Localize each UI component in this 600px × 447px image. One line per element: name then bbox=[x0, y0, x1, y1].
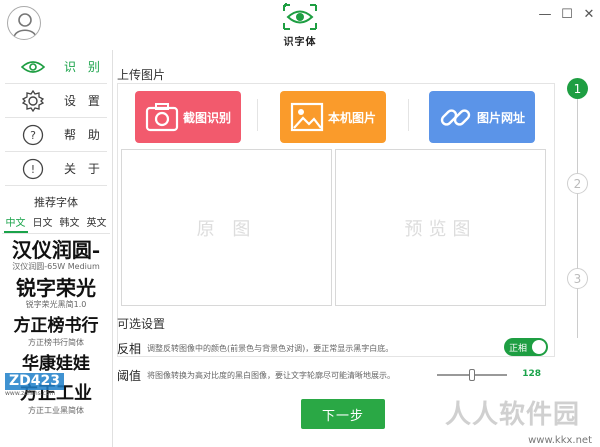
result-placeholder: 预览图 bbox=[404, 218, 477, 240]
sidebar: 识 别 设 置 ? 帮 助 ! 关 于 推荐字体 中文 日文 韩文 英文 汉仪润… bbox=[0, 50, 113, 447]
image-icon bbox=[290, 102, 324, 132]
avatar[interactable] bbox=[7, 6, 41, 40]
local-image-button[interactable]: 本机图片 bbox=[280, 91, 386, 143]
site-watermark-url: www.kkx.net bbox=[528, 435, 592, 446]
main-panel: 上传图片 截图识别 本机图片 图片网址 原 图 预览图 可选设置 反相 调整反转… bbox=[113, 50, 560, 447]
divider bbox=[408, 99, 409, 131]
app-title: 识字体 bbox=[283, 37, 317, 48]
image-url-button-label: 图片网址 bbox=[476, 110, 525, 125]
gear-icon bbox=[20, 88, 46, 114]
step-1: 1 bbox=[567, 78, 588, 99]
divider bbox=[257, 99, 258, 131]
font-sample-name: 汉仪润圆- bbox=[11, 238, 101, 262]
camera-icon bbox=[145, 102, 179, 132]
step-connector bbox=[577, 88, 578, 338]
app-logo: 识字体 bbox=[279, 3, 321, 49]
watermark-logo: ZD423 www.zdfans.com bbox=[5, 370, 64, 398]
svg-text:!: ! bbox=[31, 163, 35, 176]
svg-text:?: ? bbox=[30, 129, 36, 142]
sidebar-item-label: 帮 助 bbox=[64, 128, 104, 142]
tab-korean[interactable]: 韩文 bbox=[58, 213, 82, 233]
sidebar-item-settings[interactable]: 设 置 bbox=[5, 84, 107, 118]
font-sample-item[interactable]: 汉仪润圆- 汉仪润圆-65W Medium bbox=[0, 238, 112, 272]
threshold-value: 128 bbox=[522, 369, 541, 379]
maximize-icon: ☐ bbox=[561, 6, 573, 22]
threshold-label: 阈值 bbox=[117, 368, 142, 383]
maximize-button[interactable]: ☐ bbox=[556, 6, 578, 22]
font-sample-item[interactable]: 锐字荣光 锐字荣光黑简1.0 bbox=[0, 276, 112, 310]
tab-chinese[interactable]: 中文 bbox=[3, 213, 28, 233]
sidebar-item-label: 设 置 bbox=[64, 94, 104, 108]
link-icon bbox=[439, 102, 473, 132]
step-indicator: 1 2 3 bbox=[560, 50, 600, 447]
site-watermark: 人人软件园 www.kkx.net bbox=[368, 392, 600, 447]
threshold-slider-thumb[interactable] bbox=[469, 369, 475, 381]
toggle-knob bbox=[532, 340, 546, 354]
eye-logo-icon bbox=[283, 3, 317, 30]
sidebar-item-recognize[interactable]: 识 别 bbox=[5, 50, 107, 84]
invert-label: 反相 bbox=[117, 341, 142, 356]
capture-button[interactable]: 截图识别 bbox=[135, 91, 241, 143]
upload-section-title: 上传图片 bbox=[117, 68, 166, 82]
font-sample-item[interactable]: 方正榜书行 方正榜书行简体 bbox=[0, 314, 112, 348]
help-icon: ? bbox=[20, 122, 46, 148]
tab-english[interactable]: 英文 bbox=[85, 213, 109, 233]
invert-toggle-label: 正相 bbox=[509, 343, 528, 354]
image-url-button[interactable]: 图片网址 bbox=[429, 91, 535, 143]
invert-option-row: 反相 调整反转图像中的颜色(前景色与背景色对调)，要正常显示黑字白底。 正相 bbox=[117, 337, 553, 359]
window-controls: — ☐ ✕ bbox=[534, 6, 600, 22]
tab-japanese[interactable]: 日文 bbox=[31, 213, 55, 233]
threshold-option-row: 阈值 将图像转换为高对比度的黑白图像，要让文字轮廓尽可能清晰地展示。 128 bbox=[117, 364, 553, 386]
info-icon: ! bbox=[20, 156, 46, 182]
font-sample-caption: 方正榜书行简体 bbox=[28, 338, 84, 347]
user-icon bbox=[13, 13, 37, 38]
watermark-logo-text: ZD423 bbox=[5, 373, 64, 390]
recommend-fonts-title: 推荐字体 bbox=[34, 196, 78, 209]
sidebar-item-label: 识 别 bbox=[64, 60, 104, 74]
minimize-icon: — bbox=[538, 6, 552, 22]
watermark-logo-url: www.zdfans.com bbox=[5, 390, 56, 397]
upload-area: 截图识别 本机图片 图片网址 原 图 预览图 bbox=[117, 83, 555, 357]
site-watermark-name: 人人软件园 bbox=[444, 400, 580, 430]
capture-button-label: 截图识别 bbox=[182, 110, 231, 125]
invert-description: 调整反转图像中的颜色(前景色与背景色对调)，要正常显示黑字白底。 bbox=[147, 343, 394, 353]
sidebar-item-label: 关 于 bbox=[64, 162, 104, 176]
minimize-button[interactable]: — bbox=[534, 6, 556, 22]
eye-icon bbox=[20, 54, 46, 80]
font-sample-caption: 汉仪润圆-65W Medium bbox=[12, 262, 100, 271]
result-image-preview: 预览图 bbox=[335, 149, 546, 306]
step-3: 3 bbox=[567, 268, 588, 289]
sidebar-item-about[interactable]: ! 关 于 bbox=[5, 152, 107, 186]
font-sample-name: 方正榜书行 bbox=[13, 316, 99, 336]
font-sample-name: 锐字荣光 bbox=[16, 276, 96, 300]
font-sample-caption: 方正工业黑简体 bbox=[28, 406, 84, 415]
threshold-description: 将图像转换为高对比度的黑白图像，要让文字轮廓尽可能清晰地展示。 bbox=[147, 370, 395, 380]
invert-toggle[interactable]: 正相 bbox=[504, 338, 548, 356]
close-button[interactable]: ✕ bbox=[578, 6, 600, 22]
sidebar-item-help[interactable]: ? 帮 助 bbox=[5, 118, 107, 152]
options-section-title: 可选设置 bbox=[117, 317, 166, 331]
step-2: 2 bbox=[567, 173, 588, 194]
local-image-button-label: 本机图片 bbox=[327, 110, 376, 125]
original-image-preview: 原 图 bbox=[121, 149, 332, 306]
language-tabs: 中文 日文 韩文 英文 bbox=[2, 213, 110, 234]
title-bar: 识字体 — ☐ ✕ bbox=[0, 0, 600, 50]
font-sample-caption: 锐字荣光黑简1.0 bbox=[25, 300, 87, 309]
original-placeholder: 原 图 bbox=[196, 218, 257, 240]
close-icon: ✕ bbox=[583, 6, 595, 22]
